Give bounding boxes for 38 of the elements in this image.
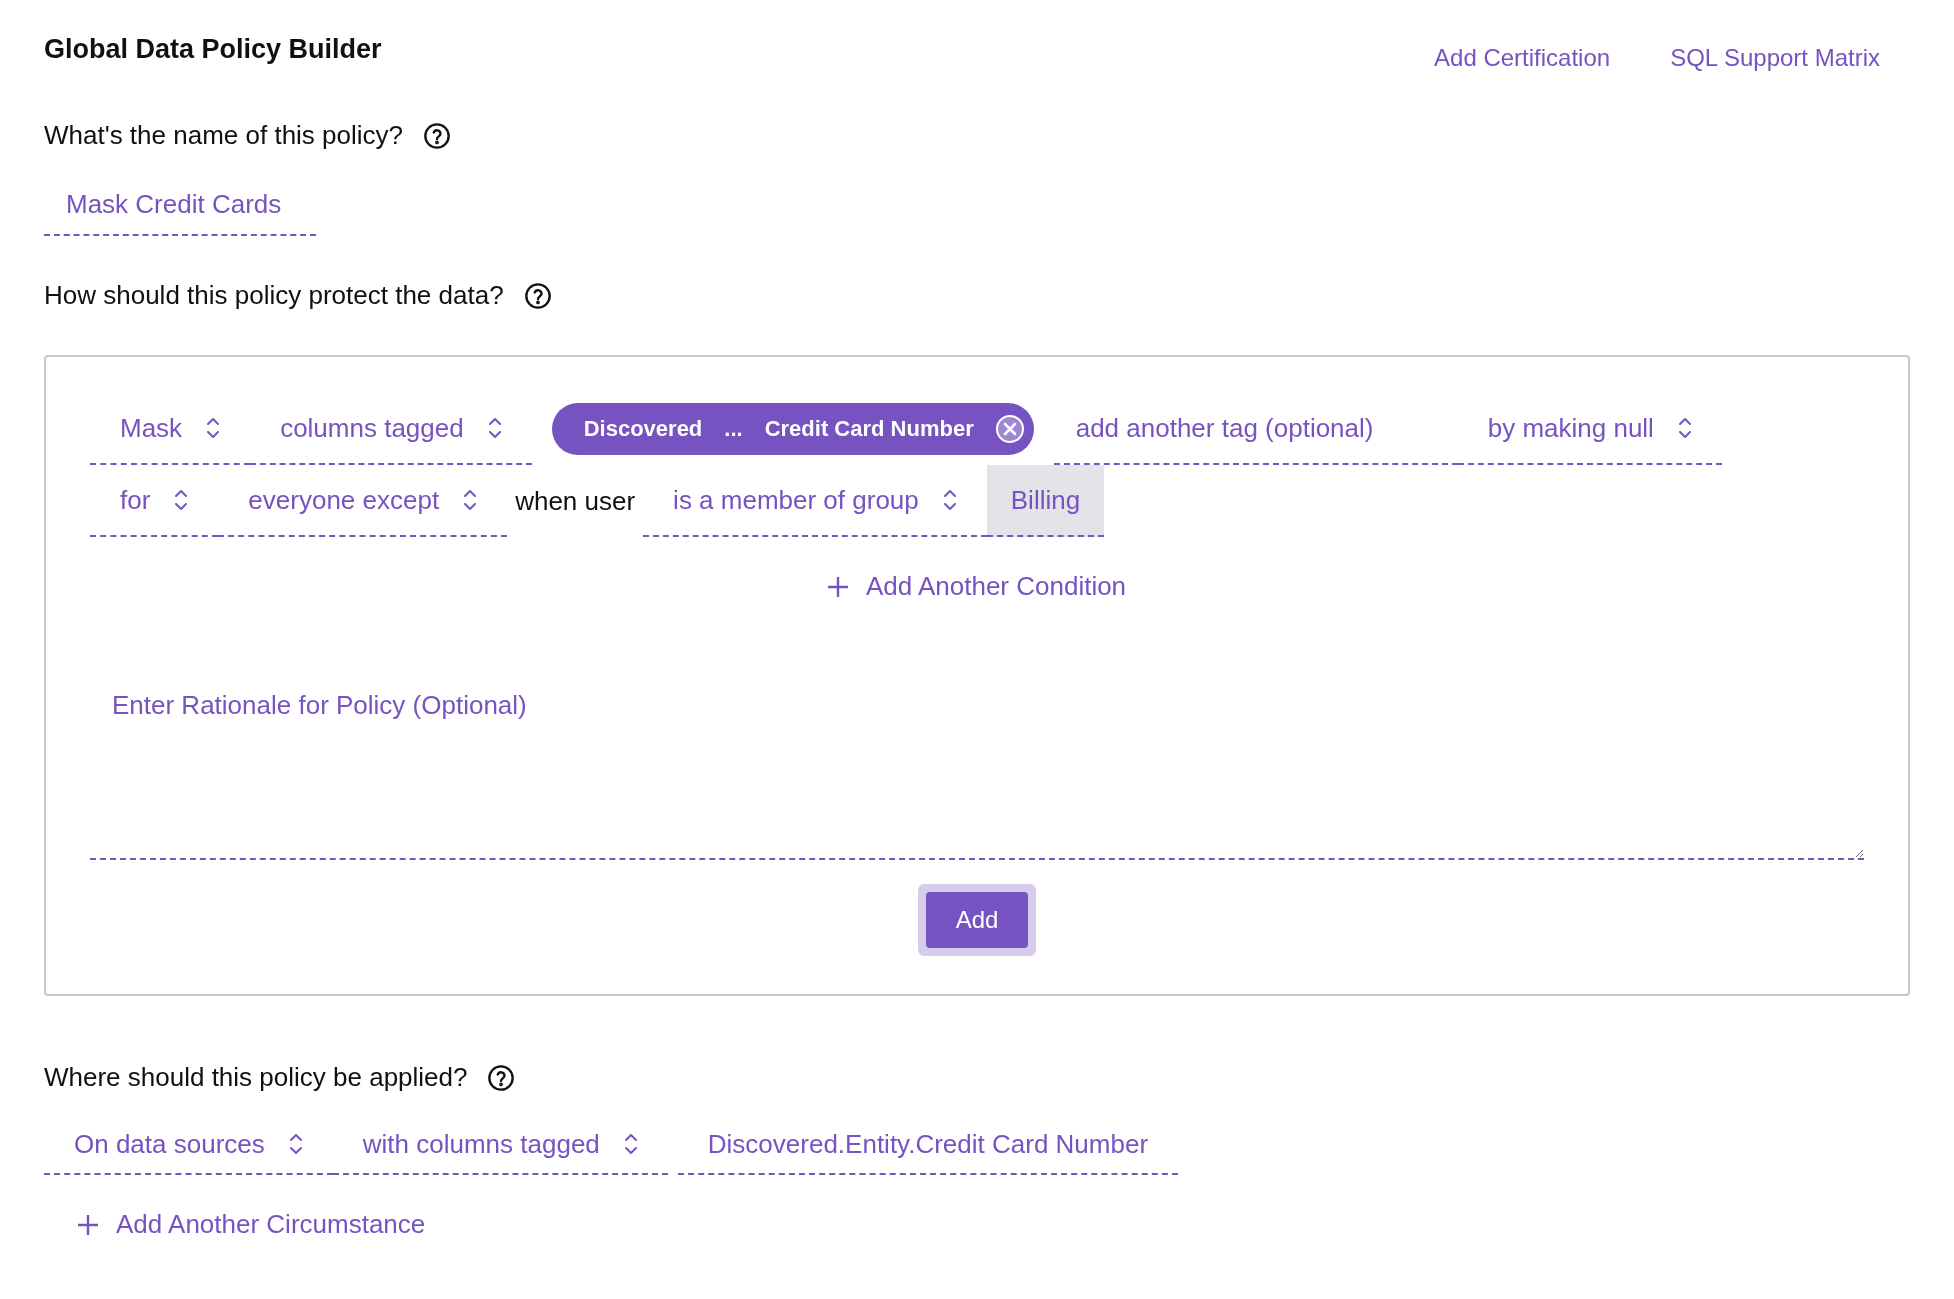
header-link[interactable]: Add Certification	[1434, 44, 1611, 72]
updown-icon	[174, 488, 189, 512]
add-button[interactable]: Add	[925, 892, 1029, 948]
chip-text: Discovered	[583, 416, 703, 442]
help-icon[interactable]	[423, 121, 452, 150]
updown-icon	[288, 1132, 303, 1156]
tag-input-field[interactable]: add another tag (optional)	[1053, 393, 1458, 465]
question-text: What's the name of this policy?	[44, 120, 404, 151]
updown-icon	[1677, 416, 1692, 440]
dropdown[interactable]: everyone except	[218, 465, 508, 537]
add-condition-link[interactable]: Add Another Condition	[827, 571, 1127, 602]
chip-text: Credit Card Number	[764, 416, 974, 442]
add-circumstance-link[interactable]: Add Another Circumstance	[78, 1209, 426, 1240]
plus-icon	[78, 1214, 98, 1235]
group-field[interactable]: Billing	[986, 465, 1105, 537]
header-link[interactable]: SQL Support Matrix	[1670, 44, 1880, 72]
updown-icon	[942, 488, 957, 512]
updown-icon	[623, 1132, 638, 1156]
dropdown[interactable]: for	[90, 465, 219, 537]
question-text: How should this policy protect the data?	[44, 280, 504, 311]
chip-text: ...	[724, 416, 743, 442]
question-text: Where should this policy be applied?	[44, 1062, 468, 1093]
tag-value-field[interactable]: Discovered.Entity.Credit Card Number	[677, 1115, 1179, 1175]
dropdown[interactable]: Mask	[90, 393, 251, 465]
help-icon[interactable]	[487, 1063, 516, 1092]
close-icon[interactable]	[995, 415, 1024, 443]
dropdown[interactable]: by making null	[1457, 393, 1722, 465]
dropdown[interactable]: On data sources	[44, 1115, 333, 1175]
updown-icon	[206, 416, 221, 440]
dropdown[interactable]: with columns tagged	[332, 1115, 668, 1175]
updown-icon	[487, 416, 502, 440]
plus-icon	[827, 576, 848, 597]
updown-icon	[463, 488, 478, 512]
rule-text: when user	[514, 485, 637, 517]
dropdown[interactable]: columns tagged	[250, 393, 532, 465]
page-title: Global Data Policy Builder	[44, 33, 382, 65]
help-icon[interactable]	[523, 281, 552, 310]
policy-name-field[interactable]: Mask Credit Cards	[44, 189, 316, 236]
